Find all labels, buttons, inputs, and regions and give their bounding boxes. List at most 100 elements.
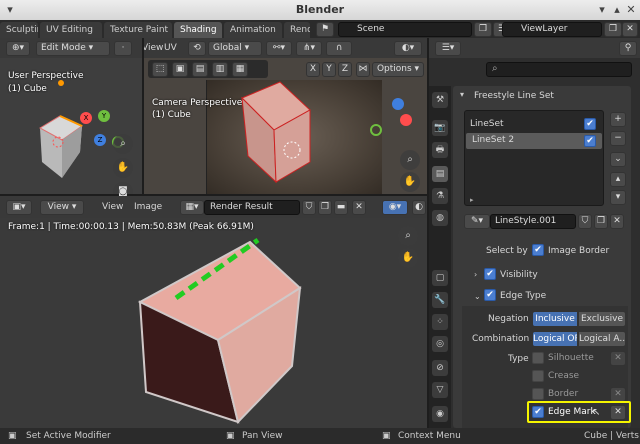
tool-tab-icon[interactable]: ⚒ xyxy=(432,92,448,108)
linestyle-name-field[interactable]: LineStyle.001 xyxy=(490,214,576,229)
panel-title[interactable]: Freestyle Line Set xyxy=(474,91,554,101)
linestyle-browse-icon[interactable]: ✎▾ xyxy=(464,214,490,229)
edge-type-checkbox[interactable]: ✔ xyxy=(484,289,496,301)
edge-mark-exclude-button[interactable]: ✕ xyxy=(610,405,626,420)
image-menu[interactable]: Image xyxy=(134,202,162,212)
image-editor-type-icon[interactable]: ▣▾ xyxy=(6,200,32,215)
display-channels-icon[interactable]: ◉▾ xyxy=(382,200,408,215)
tab-rendering[interactable]: Rend xyxy=(284,22,310,38)
lineset-specials-icon[interactable]: ⌄ xyxy=(610,152,626,167)
image-editor-viewport[interactable]: Frame:1 | Time:00:00.13 | Mem:50.83M (Pe… xyxy=(0,218,427,428)
topbar: Sculpting UV Editing Texture Paint Shadi… xyxy=(0,20,640,38)
editor-type-icon[interactable]: ⊕▾ xyxy=(6,41,30,56)
minimize-icon[interactable]: ▾ xyxy=(595,3,609,17)
properties-search-input[interactable] xyxy=(486,62,632,77)
visibility-expand-icon[interactable]: › xyxy=(474,270,477,279)
scene-type-icon[interactable]: ⚑ xyxy=(316,22,334,37)
edge-type-label[interactable]: Edge Type xyxy=(500,291,546,301)
lineset-1-checkbox[interactable]: ✔ xyxy=(584,118,596,130)
panel-collapse-icon[interactable]: ▾ xyxy=(460,90,464,99)
maximize-icon[interactable]: ▴ xyxy=(610,3,624,17)
image-browse-icon[interactable]: ▦▾ xyxy=(180,200,204,215)
negation-exclusive-button[interactable]: Exclusive xyxy=(578,311,626,327)
mode-dropdown[interactable]: Edit Mode ▾ xyxy=(36,41,110,56)
visibility-label[interactable]: Visibility xyxy=(500,270,538,280)
image-name-field[interactable]: Render Result xyxy=(204,200,300,215)
data-tab-icon[interactable]: ▽ xyxy=(432,382,448,398)
image-unlink-icon[interactable]: ✕ xyxy=(352,200,366,215)
visibility-checkbox[interactable]: ✔ xyxy=(484,268,496,280)
scene-tab-icon[interactable]: ⚗ xyxy=(432,188,448,204)
fake-user-icon[interactable]: ⛉ xyxy=(302,200,316,215)
lineset-2-checkbox[interactable]: ✔ xyxy=(584,135,596,147)
image-new-icon[interactable]: ❐ xyxy=(318,200,332,215)
modifier-tab-icon[interactable]: 🔧 xyxy=(432,292,448,308)
zoom-icon[interactable]: ⌕ xyxy=(113,134,133,154)
viewport-left[interactable]: ⊕▾ Edit Mode ▾ · User Perspective (1) Cu… xyxy=(0,38,142,197)
view-mode-dropdown[interactable]: View ▾ xyxy=(40,200,84,215)
camera-axis-neg-y-icon[interactable] xyxy=(370,124,382,136)
camera-pan-icon[interactable]: ✋ xyxy=(400,172,420,192)
tab-animation[interactable]: Animation xyxy=(224,22,282,38)
camera-axis-z-icon[interactable] xyxy=(392,98,404,110)
window-menu-icon[interactable]: ▾ xyxy=(3,3,17,17)
tab-sculpting[interactable]: Sculpting xyxy=(0,22,38,38)
image-zoom-icon[interactable]: ⌕ xyxy=(398,226,418,246)
tab-texture-paint[interactable]: Texture Paint xyxy=(104,22,172,38)
image-view-menu[interactable]: View xyxy=(102,202,123,212)
physics-tab-icon[interactable]: ◎ xyxy=(432,336,448,352)
image-editor-more-icon[interactable]: ◐ xyxy=(412,200,426,215)
viewport-camera[interactable]: View UV ⟲ Global ▾ ⚯▾ ⋔▾ ∩ ◐▾ ⬚ ▣ ▤ ▥ ▦ … xyxy=(144,38,427,194)
lineset-move-down-icon[interactable]: ▾ xyxy=(610,190,626,205)
tab-uv-editing[interactable]: UV Editing xyxy=(40,22,102,38)
border-label: Border xyxy=(548,389,579,399)
material-tab-icon[interactable]: ◉ xyxy=(432,406,448,422)
object-tab-icon[interactable]: ▢ xyxy=(432,270,448,286)
lineset-remove-button[interactable]: − xyxy=(610,131,626,146)
image-open-icon[interactable]: ▬ xyxy=(334,200,348,215)
crease-checkbox[interactable] xyxy=(532,370,544,382)
list-expand-icon[interactable]: ▸ xyxy=(470,196,474,204)
image-border-checkbox[interactable]: ✔ xyxy=(532,244,544,256)
linestyle-unlink-icon[interactable]: ✕ xyxy=(610,214,624,229)
constraints-tab-icon[interactable]: ⊘ xyxy=(432,360,448,376)
combination-and-button[interactable]: Logical A... xyxy=(578,331,626,347)
properties-editor-type-icon[interactable]: ☰▾ xyxy=(435,41,461,56)
camera-axis-x-icon[interactable] xyxy=(400,114,412,126)
edge-mark-label: Edge Mark xyxy=(548,407,596,417)
edge-mark-checkbox[interactable]: ✔ xyxy=(532,406,544,418)
camera-zoom-icon[interactable]: ⌕ xyxy=(400,150,420,170)
properties-pin-icon[interactable]: ⚲ xyxy=(619,41,637,56)
viewlayer-remove-icon[interactable]: ✕ xyxy=(622,22,638,37)
render-tab-icon[interactable]: 📷 xyxy=(432,120,448,136)
close-icon[interactable]: ✕ xyxy=(624,3,638,17)
view-layer-tab-icon[interactable]: ▤ xyxy=(432,166,448,182)
lineset-move-up-icon[interactable]: ▴ xyxy=(610,172,626,187)
image-pan-icon[interactable]: ✋ xyxy=(398,248,418,268)
camera-cube-drawing xyxy=(241,81,311,184)
lineset-item-1[interactable]: LineSet xyxy=(470,116,598,132)
tab-shading[interactable]: Shading xyxy=(174,22,222,38)
border-checkbox[interactable] xyxy=(532,388,544,400)
viewlayer-field[interactable]: ViewLayer xyxy=(502,22,602,37)
silhouette-exclude-button[interactable]: ✕ xyxy=(610,351,626,366)
border-exclude-button[interactable]: ✕ xyxy=(610,387,626,402)
linestyle-fake-user-icon[interactable]: ⛉ xyxy=(578,214,592,229)
output-tab-icon[interactable]: 🖶 xyxy=(432,142,448,158)
silhouette-checkbox[interactable] xyxy=(532,352,544,364)
vertex-select-icon[interactable]: · xyxy=(114,41,132,56)
axis-x-icon[interactable]: X xyxy=(80,112,92,124)
axis-z-icon[interactable]: Z xyxy=(94,134,106,146)
linestyle-copy-icon[interactable]: ❐ xyxy=(594,214,608,229)
scene-field[interactable]: Scene xyxy=(338,22,472,37)
pan-hand-icon[interactable]: ✋ xyxy=(113,158,133,178)
particles-tab-icon[interactable]: ⁘ xyxy=(432,314,448,330)
world-tab-icon[interactable]: ◍ xyxy=(432,210,448,226)
viewlayer-copy-icon[interactable]: ❐ xyxy=(604,22,622,37)
negation-inclusive-button[interactable]: Inclusive xyxy=(532,311,578,327)
scene-copy-icon[interactable]: ❐ xyxy=(474,22,492,37)
axis-y-icon[interactable]: Y xyxy=(98,110,110,122)
combination-or-button[interactable]: Logical OR xyxy=(532,331,578,347)
edge-type-collapse-icon[interactable]: ⌄ xyxy=(474,292,481,301)
lineset-add-button[interactable]: + xyxy=(610,112,626,127)
